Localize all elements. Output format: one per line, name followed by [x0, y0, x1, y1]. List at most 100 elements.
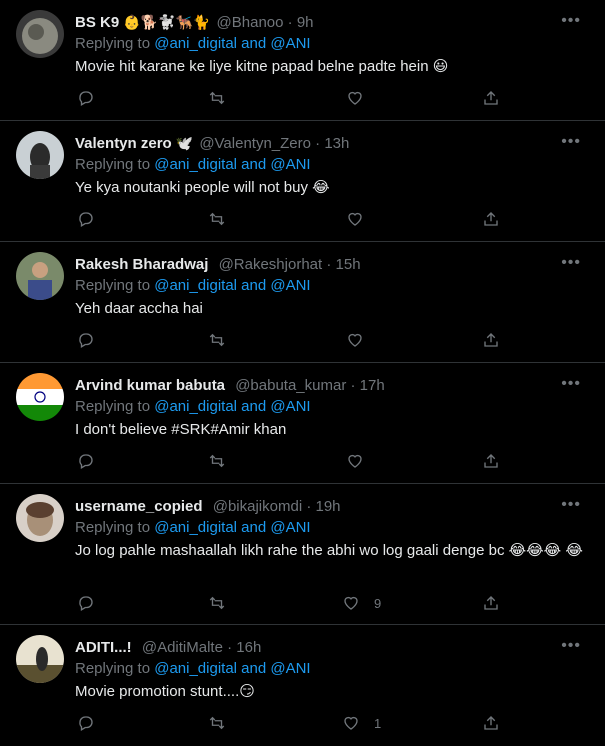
replying-to-link[interactable]: @ani_digital and @ANI: [154, 660, 310, 677]
share-button[interactable]: [482, 593, 500, 613]
retweet-button[interactable]: [208, 330, 226, 350]
tweet[interactable]: BS K9 👶🐕🐩🐕‍🦺🐈 @Bhanoo · 9h ••• Replying t…: [0, 0, 605, 121]
user-handle[interactable]: @babuta_kumar: [235, 377, 346, 394]
share-button[interactable]: [482, 451, 500, 471]
retweet-button[interactable]: [208, 88, 226, 108]
display-name[interactable]: Rakesh Bharadwaj: [75, 256, 208, 273]
tweet-text: Movie hit karane ke liye kitne papad bel…: [75, 58, 449, 75]
display-name[interactable]: Valentyn zero: [75, 135, 172, 152]
share-icon: [484, 716, 498, 730]
share-icon: [484, 454, 498, 468]
tweet-text: Yeh daar accha hai: [75, 300, 203, 317]
separator-dot: ·: [306, 498, 312, 515]
avatar[interactable]: [16, 131, 64, 179]
share-button[interactable]: [482, 330, 500, 350]
tweet[interactable]: Arvind kumar babuta @babuta_kumar · 17h …: [0, 363, 605, 484]
like-button[interactable]: 1: [342, 713, 381, 733]
display-name[interactable]: Arvind kumar babuta: [75, 377, 225, 394]
reply-button[interactable]: [77, 330, 95, 350]
share-icon: [484, 596, 498, 610]
user-handle[interactable]: @Valentyn_Zero: [199, 135, 311, 152]
replying-to-label: Replying to: [75, 519, 151, 536]
separator-dot: ·: [350, 377, 356, 394]
reply-icon: [79, 333, 93, 348]
action-bar: 1: [75, 713, 505, 733]
avatar[interactable]: [16, 494, 64, 542]
timestamp[interactable]: 19h: [316, 498, 341, 515]
more-options-icon[interactable]: •••: [561, 133, 581, 151]
share-button[interactable]: [482, 713, 500, 733]
avatar[interactable]: [16, 252, 64, 300]
share-icon: [484, 91, 498, 105]
display-name[interactable]: username_copied: [75, 498, 203, 515]
reply-button[interactable]: [77, 451, 95, 471]
retweet-icon: [209, 333, 225, 347]
retweet-icon: [209, 716, 225, 730]
like-button[interactable]: [346, 330, 378, 350]
tweet[interactable]: Rakesh Bharadwaj @Rakeshjorhat · 15h •••…: [0, 242, 605, 363]
heart-icon: [348, 454, 362, 468]
separator-dot: ·: [227, 639, 233, 656]
reply-button[interactable]: [77, 593, 95, 613]
reply-icon: [79, 716, 93, 731]
user-handle[interactable]: @AditiMalte: [142, 639, 223, 656]
replying-to-link[interactable]: @ani_digital and @ANI: [154, 156, 310, 173]
avatar[interactable]: [16, 373, 64, 421]
heart-icon: [348, 212, 362, 226]
replying-to-label: Replying to: [75, 398, 151, 415]
retweet-button[interactable]: [208, 713, 226, 733]
retweet-icon: [209, 454, 225, 468]
action-bar: [75, 88, 505, 108]
retweet-button[interactable]: [208, 451, 226, 471]
action-bar: 9: [75, 593, 505, 613]
action-bar: [75, 209, 505, 229]
replying-to-link[interactable]: @ani_digital and @ANI: [154, 519, 310, 536]
tweet[interactable]: username_copied @bikajikomdi · 19h ••• R…: [0, 484, 605, 625]
like-button[interactable]: [346, 88, 378, 108]
action-bar: [75, 330, 505, 350]
like-button[interactable]: 9: [342, 593, 381, 613]
avatar[interactable]: [16, 635, 64, 683]
replying-to: Replying to @ani_digital and @ANI: [75, 155, 311, 175]
reply-button[interactable]: [77, 713, 95, 733]
more-options-icon[interactable]: •••: [561, 637, 581, 655]
tweet-text: Ye kya noutanki people will not buy 😂: [75, 179, 330, 196]
reply-button[interactable]: [77, 209, 95, 229]
retweet-button[interactable]: [208, 593, 226, 613]
replying-to-label: Replying to: [75, 660, 151, 677]
like-button[interactable]: [346, 209, 378, 229]
replying-to-link[interactable]: @ani_digital and @ANI: [154, 277, 310, 294]
timestamp[interactable]: 13h: [324, 135, 349, 152]
replying-to-label: Replying to: [75, 35, 151, 52]
separator-dot: ·: [287, 14, 293, 31]
timestamp[interactable]: 9h: [297, 14, 314, 31]
retweet-icon: [209, 212, 225, 226]
more-options-icon[interactable]: •••: [561, 254, 581, 272]
retweet-button[interactable]: [208, 209, 226, 229]
timestamp[interactable]: 16h: [236, 639, 261, 656]
more-options-icon[interactable]: •••: [561, 12, 581, 30]
avatar[interactable]: [16, 10, 64, 58]
user-handle[interactable]: @bikajikomdi: [213, 498, 302, 515]
replying-to-link[interactable]: @ani_digital and @ANI: [154, 35, 310, 52]
name-emoji: 🕊️: [175, 135, 194, 151]
share-button[interactable]: [482, 209, 500, 229]
more-options-icon[interactable]: •••: [561, 496, 581, 514]
tweet[interactable]: Valentyn zero 🕊️ @Valentyn_Zero · 13h •••…: [0, 121, 605, 242]
replying-to-link[interactable]: @ani_digital and @ANI: [154, 398, 310, 415]
reply-button[interactable]: [77, 88, 95, 108]
more-options-icon[interactable]: •••: [561, 375, 581, 393]
display-name[interactable]: BS K9: [75, 14, 119, 31]
replying-to: Replying to @ani_digital and @ANI: [75, 34, 311, 54]
share-button[interactable]: [482, 88, 500, 108]
display-name[interactable]: ADITI...!: [75, 639, 132, 656]
tweet[interactable]: ADITI...! @AditiMalte · 16h ••• Replying…: [0, 625, 605, 746]
like-button[interactable]: [346, 451, 378, 471]
user-handle[interactable]: @Rakeshjorhat: [219, 256, 323, 273]
tweet-text: Movie promotion stunt....😏: [75, 683, 255, 700]
like-count: 1: [374, 715, 382, 731]
replying-to-label: Replying to: [75, 156, 151, 173]
timestamp[interactable]: 15h: [336, 256, 361, 273]
timestamp[interactable]: 17h: [360, 377, 385, 394]
user-handle[interactable]: @Bhanoo: [217, 14, 284, 31]
